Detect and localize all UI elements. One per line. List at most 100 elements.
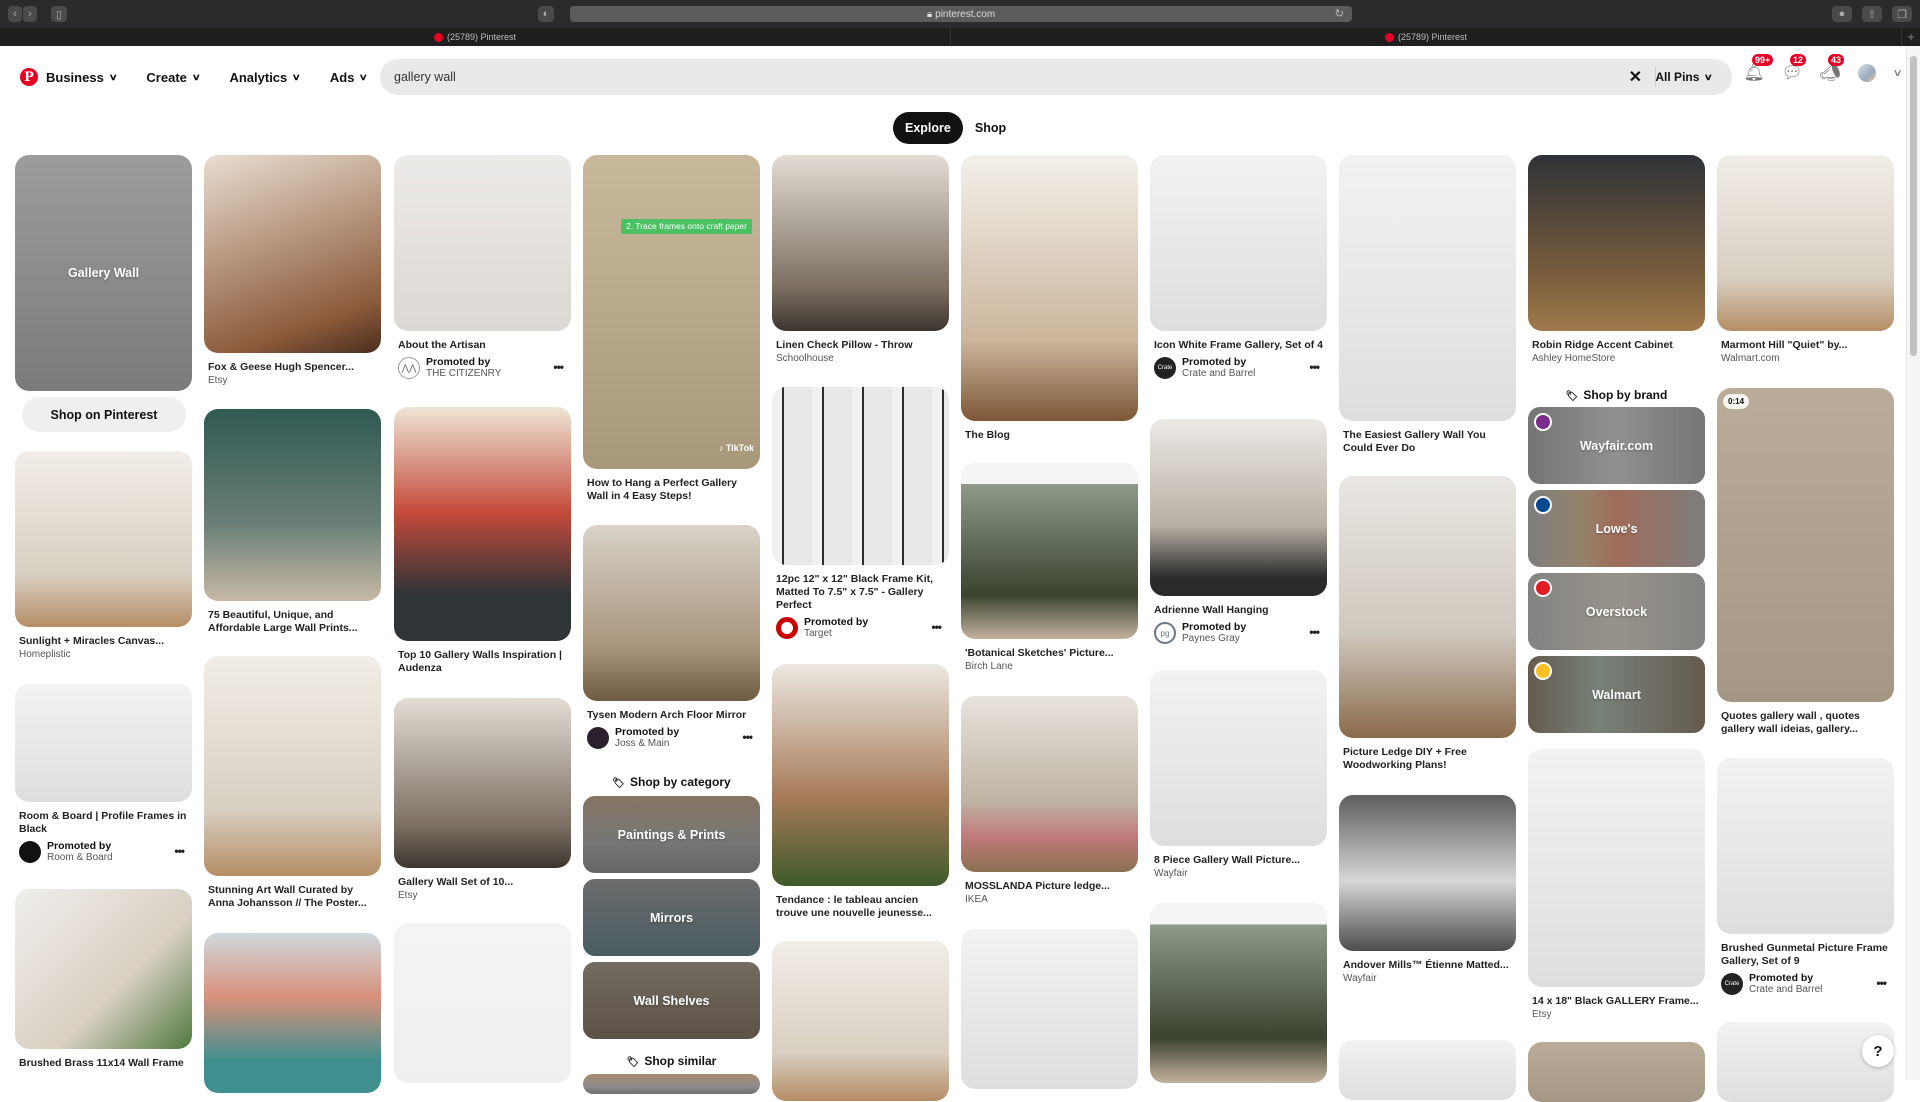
shop-similar-tile[interactable] [583,1074,760,1094]
pin-card[interactable]: MOSSLANDA Picture ledge... IKEA [961,696,1138,905]
pin-title[interactable]: Gallery Wall Set of 10... [398,876,567,889]
pin-image[interactable] [204,155,381,353]
pin-card[interactable]: 14 x 18" Black GALLERY Frame... Etsy [1528,749,1705,1020]
pin-image[interactable] [1528,749,1705,987]
pin-image[interactable] [1528,155,1705,331]
pin-source[interactable]: Walmart.com [1721,353,1890,364]
pin-title[interactable]: 12pc 12" x 12" Black Frame Kit, Matted T… [776,573,945,612]
pin-image[interactable] [15,889,192,1049]
pin-source[interactable]: Etsy [208,375,377,386]
pin-card[interactable]: Brushed Brass 11x14 Wall Frame [15,889,192,1070]
pin-card[interactable]: Fox & Geese Hugh Spencer... Etsy [204,155,381,386]
pin-video[interactable]: 0:14 [1717,388,1894,702]
promoter-name[interactable]: THE CITIZENRY [426,368,501,379]
pin-image[interactable] [1717,758,1894,934]
pin-card[interactable] [1150,903,1327,1083]
pin-title[interactable]: Brushed Brass 11x14 Wall Frame [19,1057,188,1070]
pin-image[interactable] [1150,155,1327,331]
brand-overstock[interactable]: Overstock [1528,573,1705,650]
pin-title[interactable]: Top 10 Gallery Walls Inspiration | Auden… [398,649,567,675]
pin-card[interactable]: Room & Board | Profile Frames in Black P… [15,684,192,864]
pin-image[interactable] [1339,795,1516,951]
advertiser-avatar[interactable]: Crate [1721,973,1743,995]
pin-card[interactable]: 8 Piece Gallery Wall Picture... Wayfair [1150,670,1327,879]
more-options-icon[interactable]: ••• [553,360,564,374]
promoter-name[interactable]: Paynes Gray [1182,633,1240,644]
pin-title[interactable]: Robin Ridge Accent Cabinet [1532,339,1701,352]
pin-source[interactable]: Wayfair [1154,868,1323,879]
pin-card[interactable]: About the Artisan ⋀⋀ Promoted by THE CITI… [394,155,571,380]
gallery-wall-collection[interactable]: Gallery Wall [15,155,192,391]
pin-title[interactable]: 'Botanical Sketches' Picture... [965,647,1134,660]
promoter-name[interactable]: Target [804,628,832,639]
brand-wayfair[interactable]: Wayfair.com [1528,407,1705,484]
more-options-icon[interactable]: ••• [174,844,185,858]
pin-image[interactable] [204,409,381,601]
pin-source[interactable]: Wayfair [1343,973,1512,984]
pin-title[interactable]: 75 Beautiful, Unique, and Affordable Lar… [208,609,377,635]
pin-image[interactable] [772,664,949,886]
more-options-icon[interactable]: ••• [1876,976,1887,990]
pin-image[interactable] [1339,1040,1516,1100]
pin-title[interactable]: The Easiest Gallery Wall You Could Ever … [1343,429,1512,455]
pin-image[interactable] [961,463,1138,639]
target-logo-icon[interactable] [776,617,798,639]
advertiser-avatar[interactable] [19,841,41,863]
pin-title[interactable]: Sunlight + Miracles Canvas... [19,635,188,648]
more-options-icon[interactable]: ••• [742,730,753,744]
promoter-name[interactable]: Crate and Barrel [1182,368,1255,379]
advertiser-avatar[interactable] [587,727,609,749]
pin-source[interactable]: Etsy [398,890,567,901]
pin-image[interactable] [394,155,571,331]
scrollbar-thumb[interactable] [1910,56,1917,356]
pin-card[interactable]: Sunlight + Miracles Canvas... Homeplisti… [15,451,192,660]
promoter-name[interactable]: Joss & Main [615,738,669,749]
pin-card[interactable]: 75 Beautiful, Unique, and Affordable Lar… [204,409,381,635]
pin-card[interactable]: The Blog [961,155,1138,442]
pin-image[interactable] [772,941,949,1101]
pin-image[interactable] [1339,476,1516,738]
pin-image[interactable] [204,656,381,876]
pin-card[interactable]: Linen Check Pillow - Throw Schoolhouse [772,155,949,364]
pin-title[interactable]: Room & Board | Profile Frames in Black [19,810,188,836]
pin-image[interactable] [1528,1042,1705,1102]
pin-title[interactable]: MOSSLANDA Picture ledge... [965,880,1134,893]
pin-source[interactable]: Birch Lane [965,661,1134,672]
brand-walmart[interactable]: Walmart [1528,656,1705,733]
category-wall-shelves[interactable]: Wall Shelves [583,962,760,1039]
pin-card[interactable]: Adrienne Wall Hanging pg Promoted by Payn… [1150,419,1327,645]
help-button[interactable]: ? [1862,1035,1894,1067]
pin-image[interactable] [1339,155,1516,421]
pin-title[interactable]: About the Artisan [398,339,567,352]
pin-card[interactable]: Tendance : le tableau ancien trouve une … [772,664,949,920]
promoter-name[interactable]: Room & Board [47,852,113,863]
pin-title[interactable]: How to Hang a Perfect Gallery Wall in 4 … [587,477,756,503]
pin-image[interactable] [1150,670,1327,846]
pin-card[interactable] [1528,1042,1705,1102]
pin-source[interactable]: Schoolhouse [776,353,945,364]
pin-card[interactable] [772,941,949,1101]
pin-card[interactable]: Stunning Art Wall Curated by Anna Johans… [204,656,381,910]
pin-card[interactable] [1339,1040,1516,1100]
advertiser-avatar[interactable]: pg [1154,622,1176,644]
pin-card[interactable]: Tysen Modern Arch Floor Mirror Promoted … [583,525,760,750]
pin-card[interactable] [394,923,571,1083]
page-scrollbar[interactable] [1906,46,1920,1080]
pin-title[interactable]: Adrienne Wall Hanging [1154,604,1323,617]
pin-image[interactable] [394,698,571,868]
brand-lowes[interactable]: Lowe's [1528,490,1705,567]
pin-source[interactable]: IKEA [965,894,1134,905]
pin-card[interactable]: Picture Ledge DIY + Free Woodworking Pla… [1339,476,1516,772]
pin-title[interactable]: 14 x 18" Black GALLERY Frame... [1532,995,1701,1008]
pin-image[interactable] [204,933,381,1093]
promoter-name[interactable]: Crate and Barrel [1749,984,1822,995]
pin-title[interactable]: Tendance : le tableau ancien trouve une … [776,894,945,920]
pin-title[interactable]: Tysen Modern Arch Floor Mirror [587,709,756,722]
category-mirrors[interactable]: Mirrors [583,879,760,956]
pin-card[interactable]: Top 10 Gallery Walls Inspiration | Auden… [394,407,571,675]
pin-image[interactable] [1150,419,1327,596]
pin-title[interactable]: Brushed Gunmetal Picture Frame Gallery, … [1721,942,1890,968]
pin-title[interactable]: Fox & Geese Hugh Spencer... [208,361,377,374]
pin-image[interactable] [961,929,1138,1089]
advertiser-avatar[interactable]: Crate [1154,357,1176,379]
